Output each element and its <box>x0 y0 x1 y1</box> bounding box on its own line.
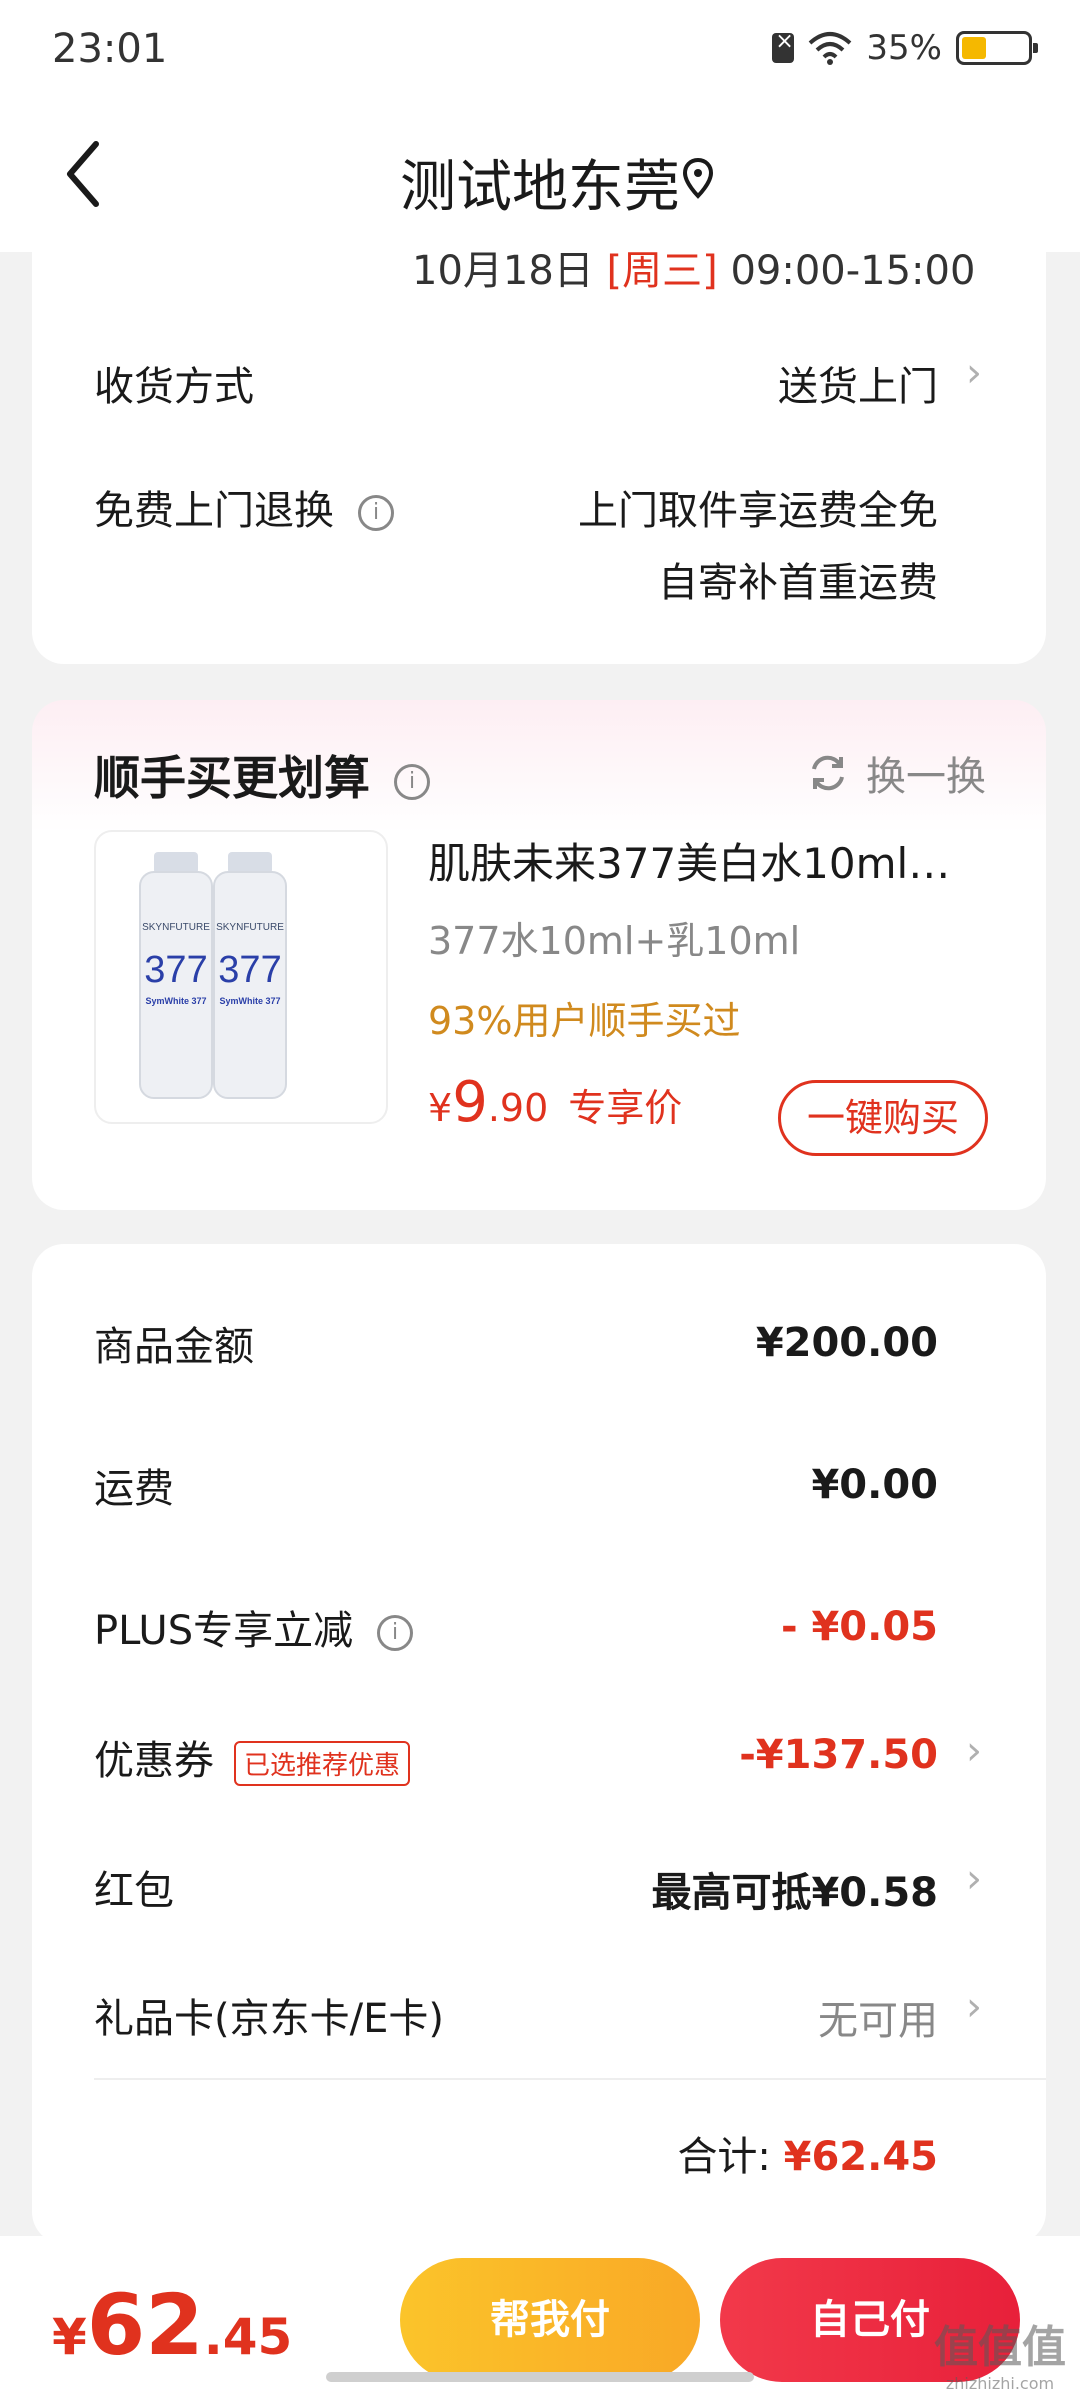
wifi-icon <box>809 32 852 65</box>
status-time: 23:01 <box>52 26 168 72</box>
red-packet-label: 红包 <box>94 1868 174 1914</box>
divider <box>94 2078 1046 2080</box>
price-currency: ¥ <box>428 1086 453 1130</box>
total-line: 合计: ¥62.45 <box>677 2124 938 2182</box>
chevron-right-icon[interactable]: › <box>966 1856 982 1902</box>
product-spec: 377水10ml+乳10ml <box>428 919 801 963</box>
shipping-label: 运费 <box>94 1466 174 1512</box>
chevron-right-icon[interactable]: › <box>966 350 982 396</box>
plus-discount-value: - ¥0.05 <box>780 1604 938 1650</box>
product-image[interactable]: SKYNFUTURE SKYNFUTURE 377 377 SymWhite 3… <box>94 830 388 1124</box>
bottom-price-integer: 62 <box>86 2276 204 2374</box>
home-indicator[interactable] <box>326 2372 754 2382</box>
bottom-price-currency: ¥ <box>52 2308 87 2366</box>
plus-discount-label: PLUS专享立减 <box>94 1608 354 1654</box>
svg-text:SKYNFUTURE: SKYNFUTURE <box>216 922 284 933</box>
svg-text:377: 377 <box>218 949 281 991</box>
chevron-right-icon[interactable]: › <box>966 1984 982 2030</box>
shipping-value: ¥0.00 <box>811 1462 938 1508</box>
upsell-title: 顺手买更划算 i <box>94 742 430 808</box>
product-bought-rate: 93%用户顺手买过 <box>428 999 741 1043</box>
battery-icon <box>956 31 1038 65</box>
svg-text:SymWhite 377: SymWhite 377 <box>145 996 206 1006</box>
refresh-button[interactable]: 换一换 <box>808 744 986 802</box>
info-icon[interactable]: i <box>377 1615 414 1651</box>
delivery-method-label: 收货方式 <box>94 364 254 410</box>
status-icons: 35% <box>772 28 1038 68</box>
delivery-time: 09:00-15:00 <box>730 248 976 294</box>
coupon-recommended-badge: 已选推荐优惠 <box>234 1740 411 1786</box>
goods-amount-label: 商品金额 <box>94 1324 254 1370</box>
coupon-row[interactable]: 优惠券 已选推荐优惠 <box>94 1728 411 1786</box>
delivery-time-text: 10月18日 [周三] 09:00-15:00 <box>412 238 975 296</box>
watermark-main: 值值值 <box>934 2322 1066 2373</box>
delivery-method-value[interactable]: 送货上门 <box>778 354 938 412</box>
product-name[interactable]: 肌肤未来377美白水10ml… <box>428 830 1018 891</box>
status-bar: 23:01 35% <box>0 0 1080 100</box>
upsell-title-text: 顺手买更划算 <box>94 751 370 805</box>
coupon-label: 优惠券 <box>94 1738 214 1784</box>
svg-text:SKYNFUTURE: SKYNFUTURE <box>142 922 210 933</box>
total-value: ¥62.45 <box>783 2134 938 2180</box>
red-packet-value-text: 最高可抵¥0.58 <box>651 1870 938 1916</box>
red-packet-value[interactable]: 最高可抵¥0.58 <box>651 1860 938 1918</box>
price-integer: 9 <box>452 1070 488 1135</box>
bottom-price-decimal: .45 <box>203 2308 293 2366</box>
product-bottles-image: SKYNFUTURE SKYNFUTURE 377 377 SymWhite 3… <box>139 852 287 1099</box>
chevron-right-icon[interactable]: › <box>966 1728 982 1774</box>
gift-card-value[interactable]: 无可用 <box>818 1988 938 2046</box>
page-header: 测试地东莞 <box>0 100 1080 252</box>
bottom-action-bar: ¥62.45 帮我付 自己付 值值值 zhizhizhi.com <box>0 2236 1080 2400</box>
price-decimal: .90 <box>487 1086 549 1130</box>
info-icon[interactable]: i <box>394 763 430 800</box>
delivery-day: [周三] <box>606 248 718 294</box>
free-return-row: 免费上门退换 i <box>94 478 394 536</box>
gift-card-label: 礼品卡(京东卡/E卡) <box>94 1996 444 2042</box>
bottom-total-price: ¥62.45 <box>52 2276 292 2374</box>
order-summary-card: 商品金额 ¥200.00 运费 ¥0.00 PLUS专享立减 i - ¥0.05 … <box>32 1244 1046 2244</box>
upsell-card: 顺手买更划算 i 换一换 SKYNFUTURE SKYNFUTURE 377 37… <box>32 700 1046 1210</box>
svg-text:377: 377 <box>144 949 207 991</box>
coupon-value[interactable]: -¥137.50 <box>739 1732 938 1778</box>
product-price: ¥9.90 专享价 <box>428 1070 682 1135</box>
refresh-icon <box>812 755 844 791</box>
battery-percent: 35% <box>866 28 942 68</box>
delivery-card: 10月18日 [周三] 09:00-15:00 收货方式 送货上门 › 免费上门… <box>32 232 1046 664</box>
refresh-label: 换一换 <box>866 754 986 800</box>
total-label: 合计: <box>677 2134 771 2180</box>
one-click-buy-button[interactable]: 一键购买 <box>778 1080 988 1156</box>
page-title[interactable]: 测试地东莞 <box>0 142 1080 223</box>
free-return-line1: 上门取件享运费全免 <box>578 488 938 534</box>
goods-amount-value: ¥200.00 <box>755 1320 938 1366</box>
svg-text:SymWhite 377: SymWhite 377 <box>219 996 280 1006</box>
help-me-pay-button[interactable]: 帮我付 <box>400 2258 700 2382</box>
watermark-sub: zhizhizhi.com <box>945 2374 1055 2393</box>
delivery-date: 10月18日 <box>412 248 594 294</box>
info-icon[interactable]: i <box>358 495 394 531</box>
price-tag: 专享价 <box>568 1086 683 1130</box>
watermark-logo: 值值值 zhizhizhi.com <box>934 2326 1066 2392</box>
location-pin-icon[interactable] <box>680 156 716 200</box>
free-return-label: 免费上门退换 <box>94 488 334 534</box>
free-return-line2: 自寄补首重运费 <box>658 560 938 606</box>
sim-card-icon <box>772 29 795 63</box>
plus-discount-row: PLUS专享立减 i <box>94 1598 414 1656</box>
